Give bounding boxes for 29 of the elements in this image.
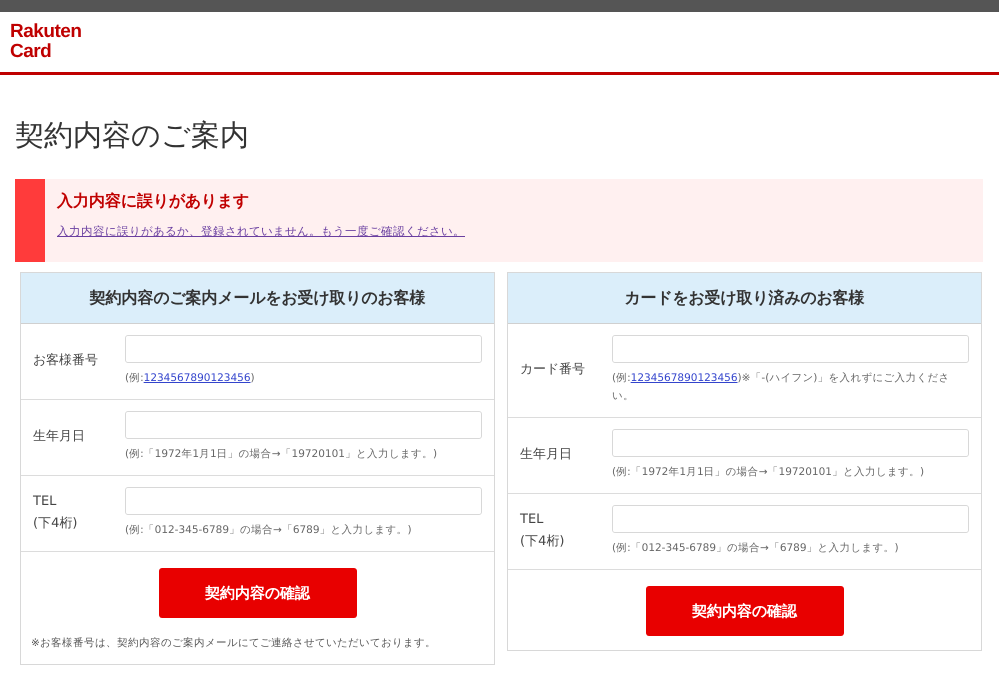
input-field[interactable] xyxy=(612,505,969,533)
input-field[interactable] xyxy=(125,487,482,515)
field-label: 生年月日 xyxy=(520,446,573,464)
field-label: TEL (下4桁) xyxy=(520,511,566,551)
field-hint: (例:「1972年1月1日」の場合→「19720101」と入力します。) xyxy=(125,447,438,462)
input-field[interactable] xyxy=(125,335,482,363)
field-label: TEL (下4桁) xyxy=(33,493,78,533)
field-hint: (例:「1972年1月1日」の場合→「19720101」と入力します。) xyxy=(612,465,926,480)
field-label: カード番号 xyxy=(520,361,586,379)
error-message-link[interactable]: 入力内容に誤りがあるか、登録されていません。もう一度ご確認ください。 xyxy=(57,224,465,239)
logo[interactable]: Rakuten Card xyxy=(10,22,82,62)
input-field[interactable] xyxy=(125,411,482,439)
field-hint: (例:1234567890123456) xyxy=(125,371,256,386)
page-title: 契約内容のご案内 xyxy=(15,117,250,154)
example-link[interactable]: 1234567890123456 xyxy=(630,372,738,384)
confirm-button[interactable]: 契約内容の確認 xyxy=(646,586,844,636)
field-label: 生年月日 xyxy=(33,428,86,446)
field-hint: (例:「012-345-6789」の場合→「6789」と入力します。) xyxy=(125,523,413,538)
error-title: 入力内容に誤りがあります xyxy=(57,191,250,212)
example-link[interactable]: 1234567890123456 xyxy=(144,372,251,384)
input-field[interactable] xyxy=(612,335,969,363)
field-label: お客様番号 xyxy=(33,352,99,370)
input-field[interactable] xyxy=(612,429,969,457)
panel-title: 契約内容のご案内メールをお受け取りのお客様 xyxy=(21,273,494,324)
panel-title: カードをお受け取り済みのお客様 xyxy=(508,273,981,324)
field-hint: (例:1234567890123456)※「-(ハイフン)」を入れずにご入力ください。 xyxy=(612,371,950,404)
note-text: ※お客様番号は、契約内容のご案内メールにてご連絡させていただいております。 xyxy=(31,636,436,650)
field-hint: (例:「012-345-6789」の場合→「6789」と入力します。) xyxy=(612,541,900,556)
confirm-button[interactable]: 契約内容の確認 xyxy=(158,568,356,618)
